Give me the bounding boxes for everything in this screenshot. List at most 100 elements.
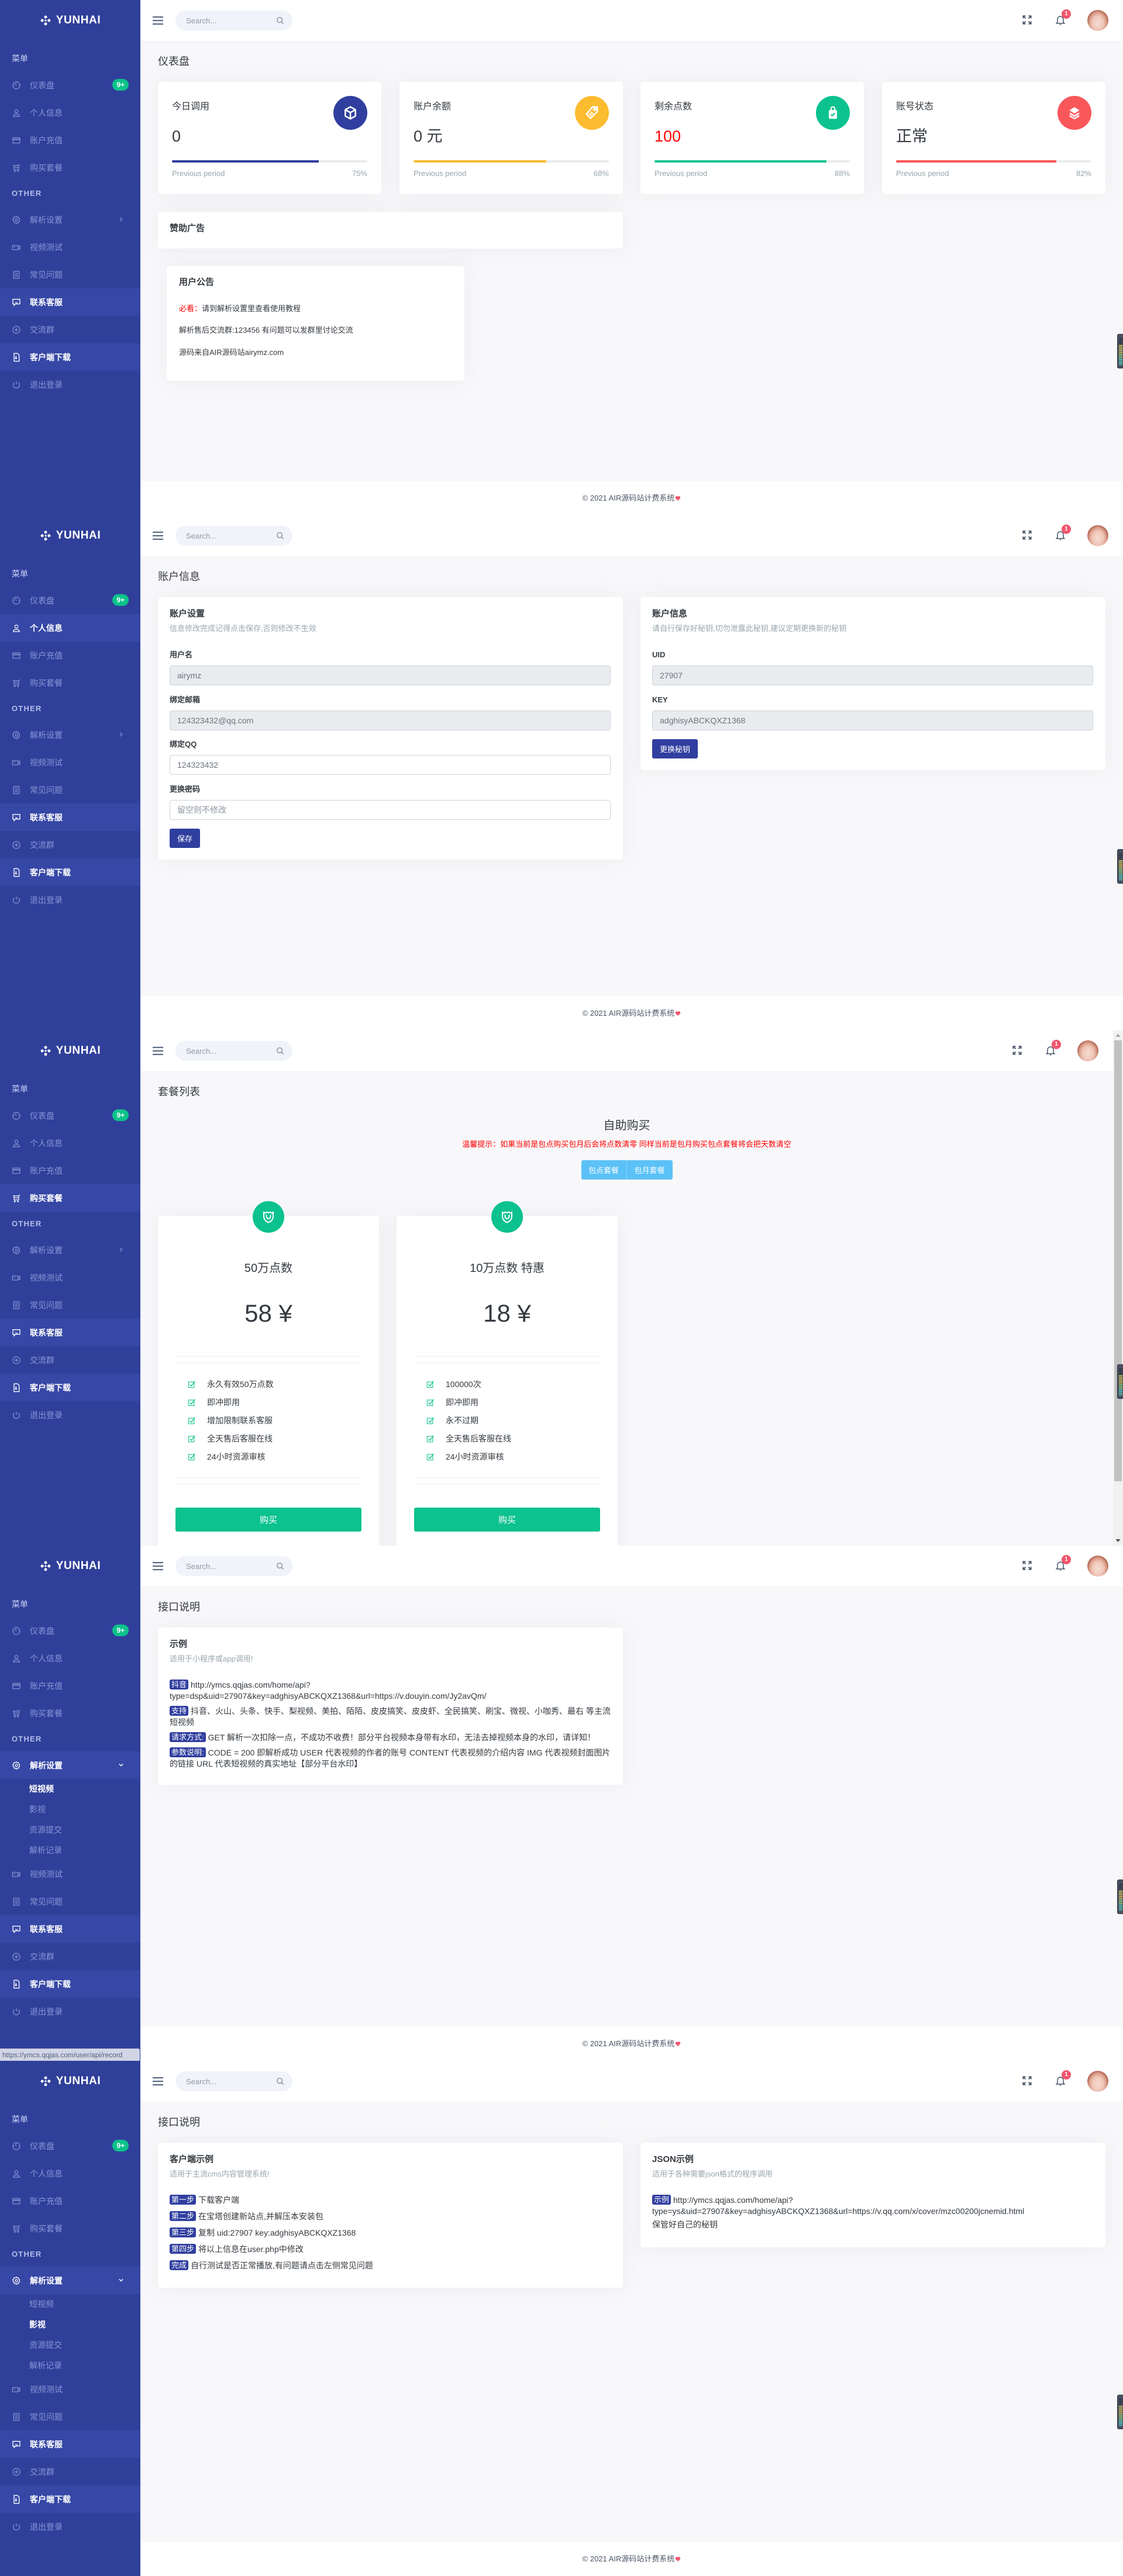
logo[interactable]: YUNHAI bbox=[0, 2061, 140, 2102]
sidebar-item-contact-support[interactable]: 联系客服 bbox=[0, 2430, 140, 2458]
submenu-item-movie[interactable]: 影视 bbox=[0, 1799, 140, 1820]
logo[interactable]: YUNHAI bbox=[0, 1030, 140, 1071]
user-avatar-button[interactable] bbox=[1087, 10, 1108, 31]
menu-toggle-button[interactable] bbox=[152, 1561, 164, 1571]
sidebar-item-chat-group[interactable]: 交流群 bbox=[0, 831, 140, 858]
floating-widget-handle[interactable] bbox=[1117, 849, 1123, 884]
sidebar-item-logout[interactable]: 退出登录 bbox=[0, 371, 140, 398]
sidebar-item-client-download[interactable]: 客户端下载 bbox=[0, 343, 140, 371]
search-icon[interactable] bbox=[276, 532, 284, 540]
search-input[interactable] bbox=[175, 2071, 275, 2091]
sidebar-item-faq[interactable]: 常见问题 bbox=[0, 261, 140, 288]
search-icon[interactable] bbox=[276, 1047, 284, 1055]
sidebar-item-dashboard[interactable]: 仪表盘 9+ bbox=[0, 587, 140, 614]
submenu-item-resource-submit[interactable]: 资源提交 bbox=[0, 1820, 140, 1840]
menu-toggle-button[interactable] bbox=[152, 530, 164, 541]
sidebar-item-faq[interactable]: 常见问题 bbox=[0, 2403, 140, 2430]
submenu-item-resource-submit[interactable]: 资源提交 bbox=[0, 2335, 140, 2356]
sidebar-item-video-test[interactable]: 视频测试 bbox=[0, 2375, 140, 2403]
sidebar-item-profile[interactable]: 个人信息 bbox=[0, 614, 140, 642]
sidebar-item-recharge[interactable]: 账户充值 bbox=[0, 1672, 140, 1699]
sidebar-item-chat-group[interactable]: 交流群 bbox=[0, 1346, 140, 1374]
search-input[interactable] bbox=[175, 11, 275, 30]
sidebar-item-buy-plan[interactable]: 购买套餐 bbox=[0, 154, 140, 181]
fullscreen-button[interactable] bbox=[1021, 14, 1034, 27]
submenu-item-parse-records[interactable]: 解析记录 bbox=[0, 2356, 140, 2376]
sidebar-item-video-test[interactable]: 视频测试 bbox=[0, 749, 140, 776]
sidebar-item-profile[interactable]: 个人信息 bbox=[0, 2160, 140, 2187]
user-avatar-button[interactable] bbox=[1087, 525, 1108, 546]
sidebar-item-profile[interactable]: 个人信息 bbox=[0, 1129, 140, 1157]
search-icon[interactable] bbox=[276, 1562, 284, 1570]
sidebar-item-faq[interactable]: 常见问题 bbox=[0, 776, 140, 804]
fullscreen-button[interactable] bbox=[1021, 1560, 1034, 1573]
reset-key-button[interactable]: 更换秘钥 bbox=[652, 739, 698, 758]
sidebar-item-buy-plan[interactable]: 购买套餐 bbox=[0, 1184, 140, 1212]
user-avatar-button[interactable] bbox=[1087, 1556, 1108, 1577]
buy-button[interactable]: 购买 bbox=[175, 1508, 361, 1532]
sidebar-item-chat-group[interactable]: 交流群 bbox=[0, 2458, 140, 2485]
user-avatar-button[interactable] bbox=[1077, 1040, 1098, 1061]
sidebar-item-video-test[interactable]: 视频测试 bbox=[0, 1264, 140, 1291]
sidebar-item-recharge[interactable]: 账户充值 bbox=[0, 126, 140, 154]
floating-widget-handle[interactable] bbox=[1117, 334, 1123, 368]
sidebar-item-logout[interactable]: 退出登录 bbox=[0, 2513, 140, 2540]
sidebar-item-contact-support[interactable]: 联系客服 bbox=[0, 1319, 140, 1346]
sidebar-item-dashboard[interactable]: 仪表盘 9+ bbox=[0, 1102, 140, 1129]
sidebar-item-buy-plan[interactable]: 购买套餐 bbox=[0, 2215, 140, 2242]
notifications-button[interactable]: 1 bbox=[1054, 2070, 1071, 2088]
sidebar-item-dashboard[interactable]: 仪表盘 9+ bbox=[0, 71, 140, 99]
sidebar-item-logout[interactable]: 退出登录 bbox=[0, 886, 140, 913]
scroll-down-arrow-icon[interactable] bbox=[1113, 1536, 1123, 1546]
user-avatar-button[interactable] bbox=[1087, 2071, 1108, 2092]
menu-toggle-button[interactable] bbox=[152, 2076, 164, 2087]
scroll-up-arrow-icon[interactable] bbox=[1113, 1030, 1123, 1040]
logo[interactable]: YUNHAI bbox=[0, 0, 140, 41]
sidebar-item-buy-plan[interactable]: 购买套餐 bbox=[0, 669, 140, 696]
notifications-button[interactable]: 1 bbox=[1054, 525, 1071, 542]
search-input[interactable] bbox=[175, 1556, 275, 1576]
tab-points-plans[interactable]: 包点套餐 bbox=[581, 1160, 627, 1180]
sidebar-item-video-test[interactable]: 视频测试 bbox=[0, 233, 140, 261]
sidebar-item-client-download[interactable]: 客户端下载 bbox=[0, 1970, 140, 1998]
tab-monthly-plans[interactable]: 包月套餐 bbox=[626, 1160, 673, 1180]
search-input[interactable] bbox=[175, 526, 275, 546]
sidebar-item-logout[interactable]: 退出登录 bbox=[0, 1998, 140, 2025]
save-button[interactable]: 保存 bbox=[170, 829, 200, 848]
sidebar-item-logout[interactable]: 退出登录 bbox=[0, 1401, 140, 1429]
qq-field[interactable] bbox=[170, 755, 611, 775]
page-scrollbar[interactable] bbox=[1113, 1030, 1123, 1546]
sidebar-item-contact-support[interactable]: 联系客服 bbox=[0, 288, 140, 316]
floating-widget-handle[interactable] bbox=[1117, 2395, 1123, 2429]
sidebar-item-parse-settings[interactable]: 解析设置 bbox=[0, 206, 140, 233]
uid-field[interactable] bbox=[652, 665, 1093, 685]
scrollbar-thumb[interactable] bbox=[1114, 1040, 1122, 1481]
notifications-button[interactable]: 1 bbox=[1054, 1555, 1071, 1573]
submenu-item-short-video[interactable]: 短视频 bbox=[0, 1779, 140, 1799]
search-icon[interactable] bbox=[276, 2077, 284, 2085]
logo[interactable]: YUNHAI bbox=[0, 515, 140, 556]
email-field[interactable] bbox=[170, 711, 611, 730]
logo[interactable]: YUNHAI bbox=[0, 1546, 140, 1587]
sidebar-item-dashboard[interactable]: 仪表盘 9+ bbox=[0, 1617, 140, 1644]
sidebar-item-parse-settings[interactable]: 解析设置 bbox=[0, 721, 140, 749]
sidebar-item-parse-settings[interactable]: 解析设置 bbox=[0, 1236, 140, 1264]
sidebar-item-chat-group[interactable]: 交流群 bbox=[0, 316, 140, 343]
key-field[interactable] bbox=[652, 711, 1093, 730]
sidebar-item-profile[interactable]: 个人信息 bbox=[0, 99, 140, 126]
submenu-item-parse-records[interactable]: 解析记录 bbox=[0, 1840, 140, 1861]
sidebar-item-buy-plan[interactable]: 购买套餐 bbox=[0, 1699, 140, 1727]
sidebar-item-recharge[interactable]: 账户充值 bbox=[0, 1157, 140, 1184]
sidebar-item-client-download[interactable]: 客户端下载 bbox=[0, 2485, 140, 2513]
sidebar-item-parse-settings[interactable]: 解析设置 bbox=[0, 2267, 140, 2294]
sidebar-item-recharge[interactable]: 账户充值 bbox=[0, 642, 140, 669]
floating-widget-handle[interactable] bbox=[1117, 1364, 1123, 1399]
sidebar-item-dashboard[interactable]: 仪表盘 9+ bbox=[0, 2132, 140, 2160]
sidebar-item-profile[interactable]: 个人信息 bbox=[0, 1644, 140, 1672]
sidebar-item-faq[interactable]: 常见问题 bbox=[0, 1291, 140, 1319]
username-field[interactable] bbox=[170, 665, 611, 685]
fullscreen-button[interactable] bbox=[1011, 1044, 1024, 1057]
fullscreen-button[interactable] bbox=[1021, 529, 1034, 542]
sidebar-item-client-download[interactable]: 客户端下载 bbox=[0, 1374, 140, 1401]
menu-toggle-button[interactable] bbox=[152, 15, 164, 26]
